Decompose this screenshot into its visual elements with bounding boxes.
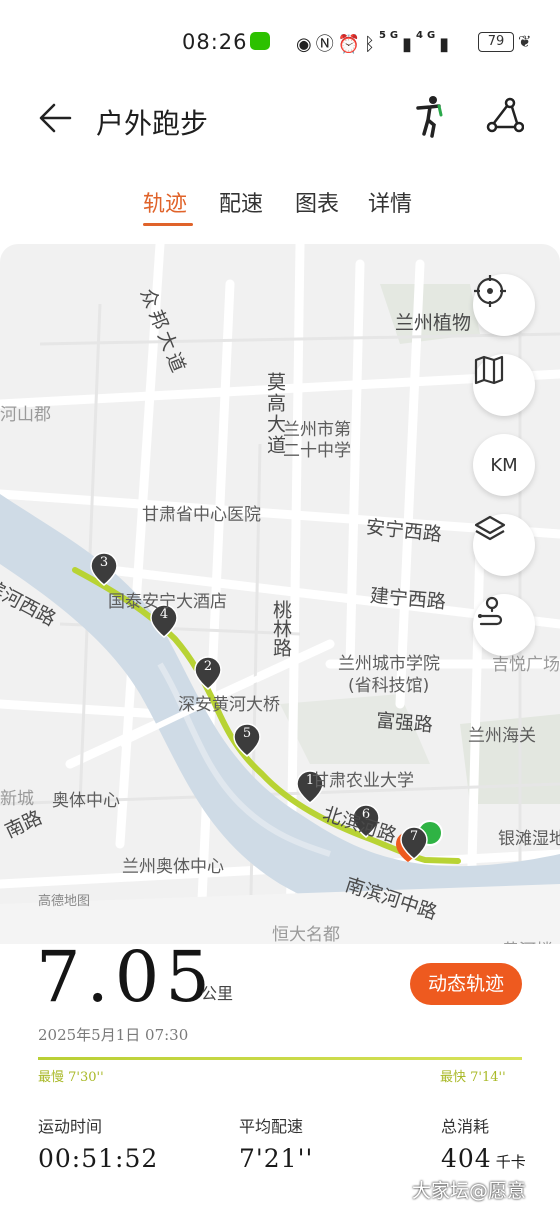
km-toggle-label: KM [490, 454, 518, 476]
nfc-icon: Ⓝ [315, 34, 338, 55]
tab-pace[interactable]: 配速 [219, 186, 263, 218]
back-arrow-icon[interactable] [36, 98, 76, 138]
map-label-olympic-w: 奥体中心 [52, 791, 120, 811]
fastest-pace: 最快 7'14'' [440, 1070, 506, 1085]
route-map[interactable]: 1 2 3 4 5 6 7 众邦大道 兰州植物 莫高大道 兰州市第 二十中学 河… [0, 244, 560, 944]
km-marker-5-label: 5 [242, 726, 252, 741]
slowest-pace: 最慢 7'30'' [38, 1070, 104, 1085]
route-pin-button[interactable] [473, 594, 535, 656]
network-4g-label: 4G [416, 30, 440, 41]
tab-track[interactable]: 轨迹 [143, 186, 187, 218]
runner-pose-icon[interactable] [410, 94, 450, 138]
calories-label: 总消耗 [441, 1117, 490, 1136]
alarm-icon: ⏰ [337, 34, 365, 55]
duration-label: 运动时间 [38, 1117, 103, 1136]
map-label-guotai: 国泰安宁大酒店 [108, 592, 227, 612]
map-label-yintan: 银滩湿地 [498, 829, 560, 849]
dynamic-track-button[interactable]: 动态轨迹 [410, 963, 522, 1005]
map-label-province-tech: (省科技馆) [348, 676, 430, 696]
map-label-fuqiang: 富强路 [375, 709, 434, 737]
map-label-shenan-bridge: 深安黄河大桥 [178, 695, 280, 715]
forum-watermark: 大家坛@愿意 [412, 1180, 527, 1202]
share-icon[interactable] [484, 96, 524, 136]
avg-pace-value: 7'21'' [239, 1144, 314, 1173]
distance-value: 7.05 [36, 936, 216, 1018]
battery-indicator: 79 [478, 32, 514, 52]
layers-button[interactable] [473, 514, 535, 576]
page-title: 户外跑步 [96, 107, 209, 140]
signal-icon-2: ▮ [439, 34, 454, 55]
map-label-haiguan: 兰州海关 [468, 726, 536, 746]
duration-value: 00:51:52 [38, 1144, 159, 1173]
map-label-lanzhou-olympic: 兰州奥体中心 [122, 857, 224, 877]
km-marker-7-label: 7 [409, 829, 419, 844]
pace-range-bar [38, 1057, 522, 1060]
wechat-notification-icon [250, 32, 270, 50]
map-label-heshan: 河山郡 [0, 405, 51, 425]
map-type-button[interactable] [473, 354, 535, 416]
app-header: 户外跑步 [0, 80, 560, 160]
locate-icon [474, 275, 506, 307]
tab-chart[interactable]: 图表 [295, 186, 339, 218]
calories-value: 404 [441, 1144, 492, 1173]
map-label-botanical: 兰州植物 [395, 312, 472, 334]
km-toggle-button[interactable]: KM [473, 434, 535, 496]
layers-icon [474, 515, 506, 541]
status-icons: ◉Ⓝ⏰ᛒ5G▮4G▮ [296, 30, 453, 56]
km-marker-3-label: 3 [99, 555, 109, 570]
calories-unit: 千卡 [495, 1153, 526, 1171]
map-label-school20: 兰州市第 二十中学 [283, 420, 351, 461]
map-label-huanghe-lou: 黄河楼 [502, 936, 553, 944]
leaf-icon: ❦ [518, 32, 532, 51]
status-time: 08:26 [182, 30, 248, 54]
map-label-gansu-agri: 甘肃农业大学 [312, 771, 414, 791]
network-5g-label: 5G [378, 30, 403, 41]
tab-details[interactable]: 详情 [368, 186, 412, 218]
distance-unit: 公里 [201, 984, 234, 1003]
km-marker-2-label: 2 [203, 659, 213, 674]
map-label-gaode: 高德地图 [38, 894, 91, 909]
map-label-taolin: 桃林路 [270, 600, 292, 657]
status-bar: 08:26 ◉Ⓝ⏰ᛒ5G▮4G▮ 79 ❦ [0, 0, 560, 80]
map-label-hengda: 恒大名都 [272, 925, 340, 944]
signal-icon: ▮ [402, 34, 417, 55]
active-tab-indicator [143, 223, 193, 226]
locate-button[interactable] [473, 274, 535, 336]
avg-pace-label: 平均配速 [239, 1117, 304, 1136]
map-label-gansu-hospital: 甘肃省中心医院 [142, 505, 261, 525]
route-pin-icon [477, 596, 503, 626]
bluetooth-icon: ᛒ [364, 34, 379, 55]
workout-datetime: 2025年5月1日 07:30 [38, 1026, 189, 1044]
eye-icon: ◉ [296, 34, 316, 55]
calories-container: 404 千卡 [441, 1144, 526, 1173]
map-icon [474, 355, 504, 385]
